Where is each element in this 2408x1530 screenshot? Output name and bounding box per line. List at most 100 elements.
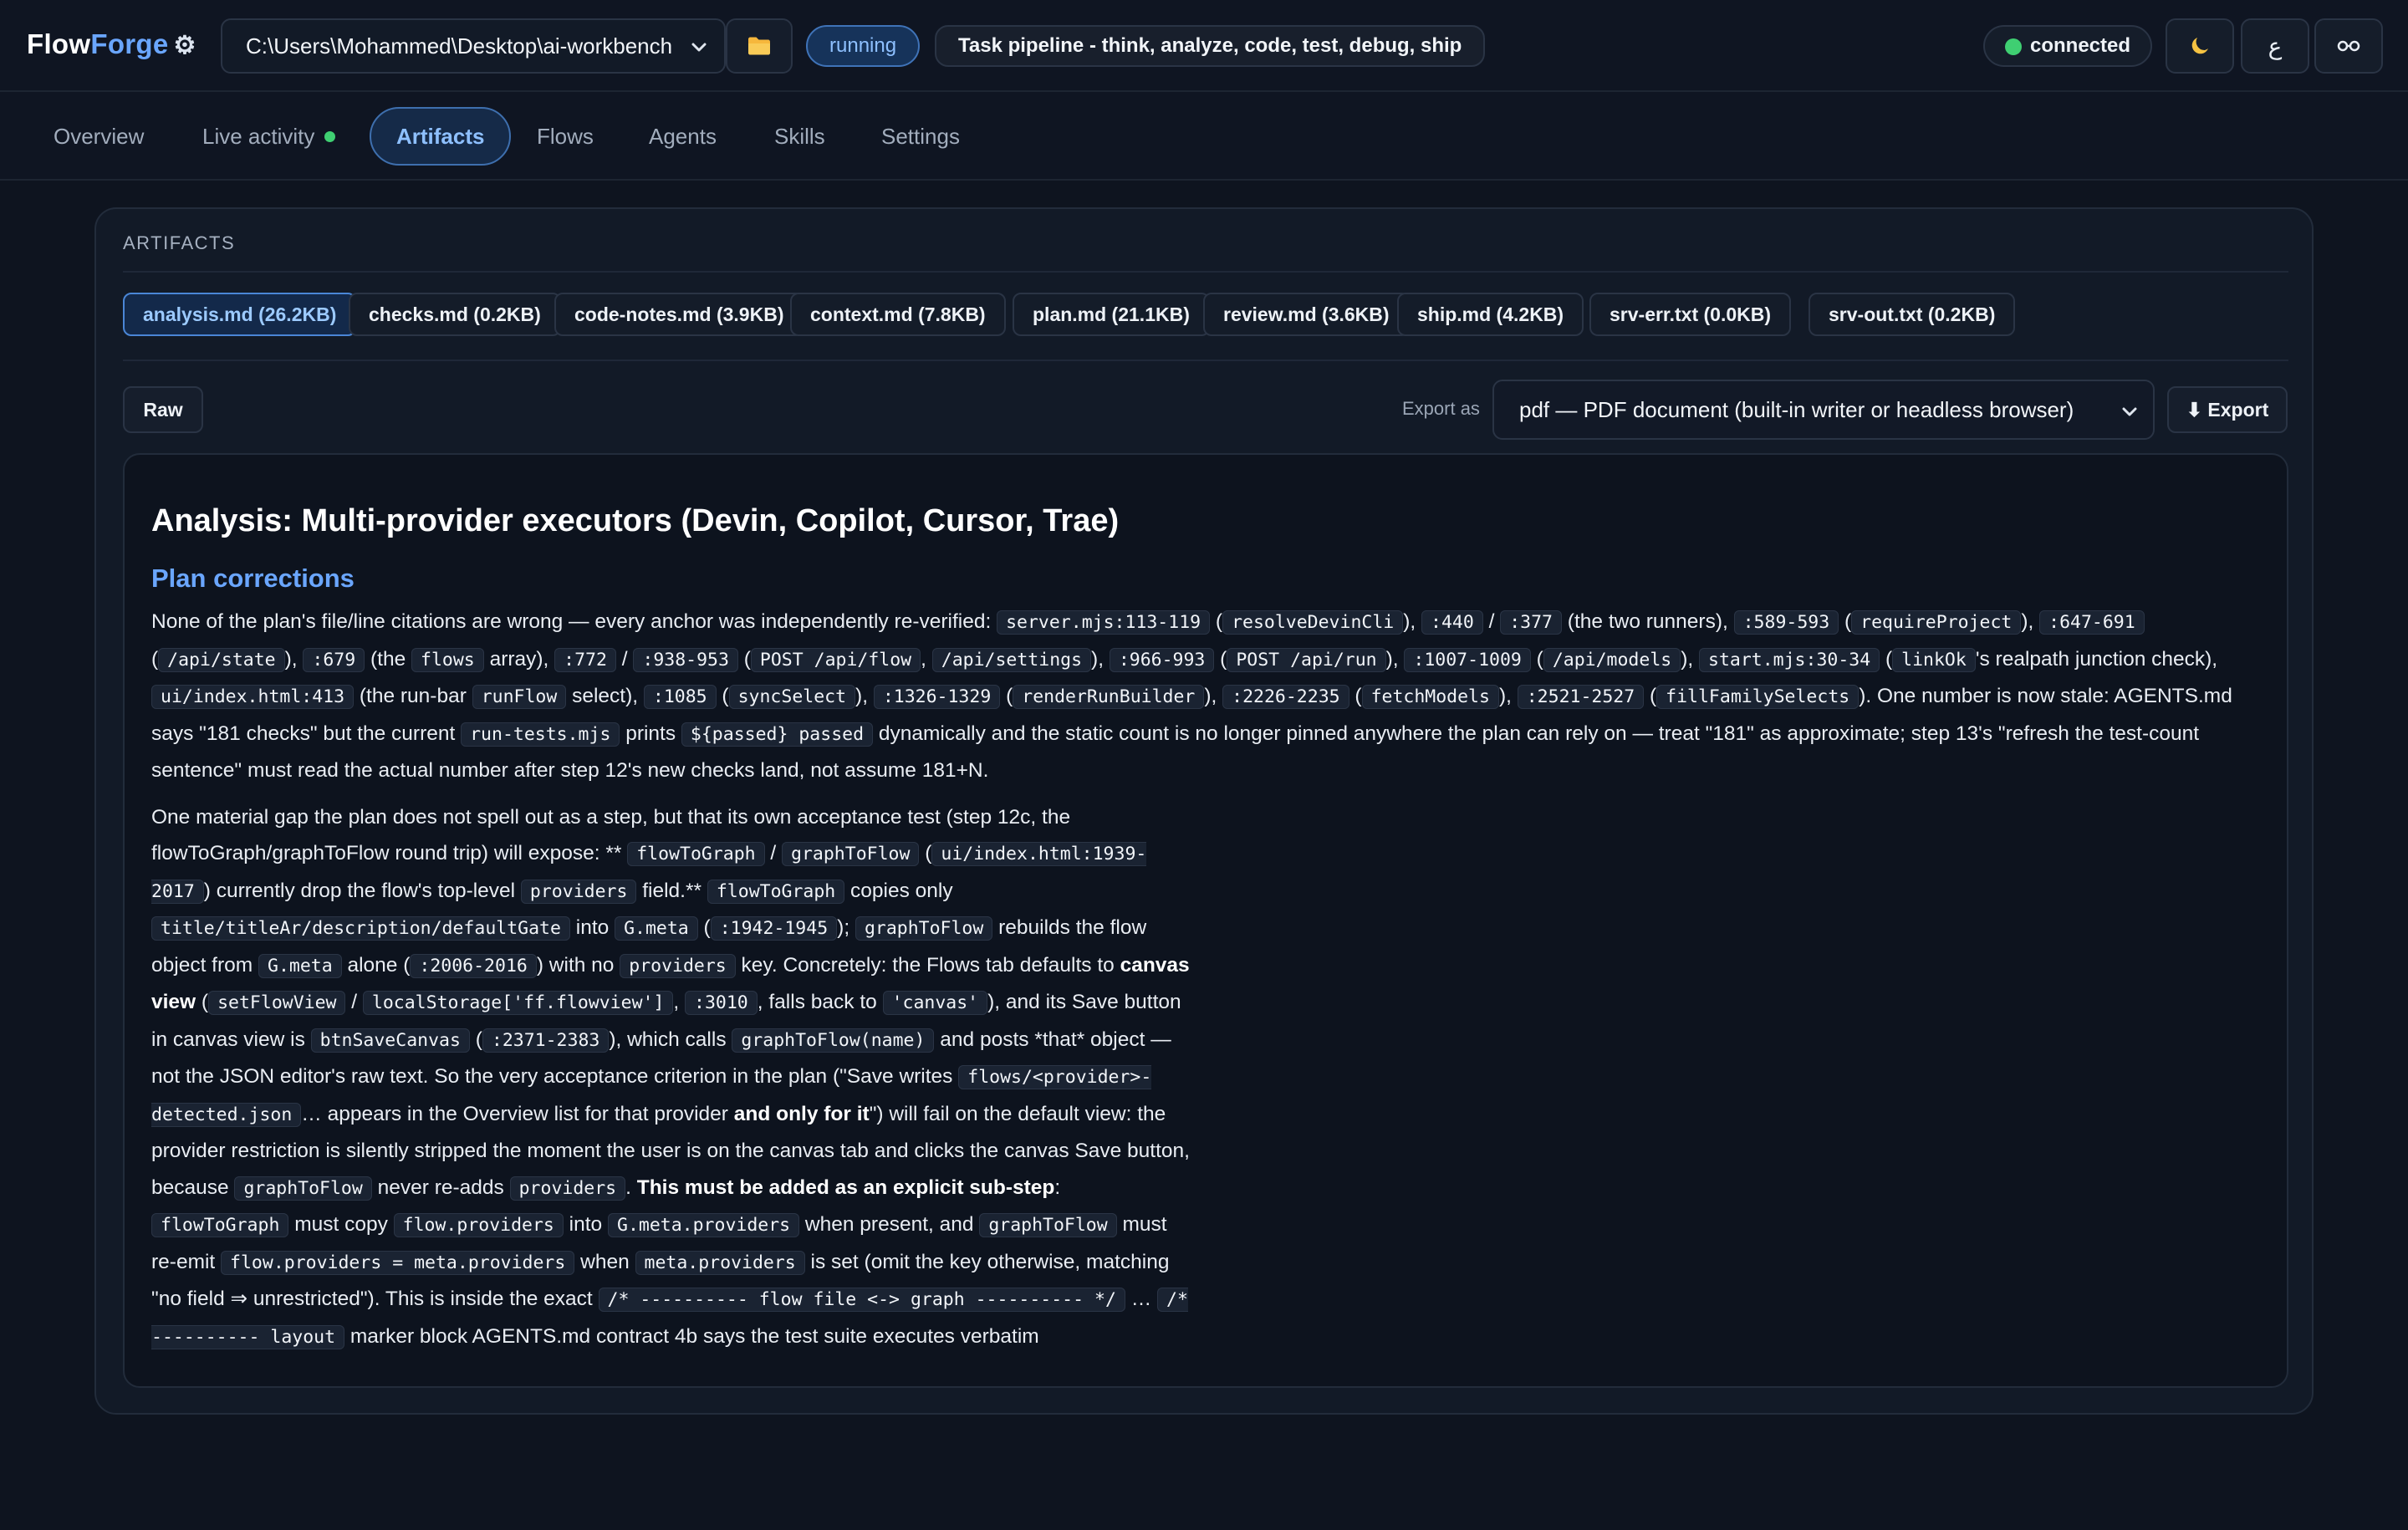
chevron-down-icon (2122, 407, 2137, 416)
text-run: into (569, 916, 615, 939)
divider (123, 271, 2288, 273)
connection-label: connected (2030, 34, 2131, 57)
inline-code: flow.providers = meta.providers (221, 1250, 575, 1275)
tab-agents[interactable]: Agents (624, 107, 742, 166)
export-format-select[interactable]: pdf — PDF document (built-in writer or h… (1492, 380, 2155, 440)
language-toggle-button[interactable]: ع (2241, 18, 2309, 74)
artifact-chip-ship[interactable]: ship.md (4.2KB) (1397, 293, 1584, 336)
text-run: into (563, 1213, 608, 1236)
inline-code: :1326-1329 (873, 685, 1001, 709)
inline-code: :2226-2235 (1222, 685, 1349, 709)
link-button[interactable] (2314, 18, 2383, 74)
inline-code: G.meta.providers (608, 1213, 800, 1237)
tab-skills[interactable]: Skills (749, 107, 850, 166)
artifact-chip-srv-err[interactable]: srv-err.txt (0.0KB) (1589, 293, 1792, 336)
artifact-chip-review[interactable]: review.md (3.6KB) (1203, 293, 1410, 336)
tab-artifacts[interactable]: Artifacts (370, 107, 512, 166)
inline-code: flows (411, 647, 484, 672)
inline-code: flowToGraph (707, 879, 845, 904)
tab-live-activity[interactable]: Live activity (177, 107, 360, 166)
text-run: , (921, 647, 932, 671)
inline-code: btnSaveCanvas (310, 1028, 470, 1053)
text-run: , (673, 991, 686, 1013)
gear-icon[interactable]: ⚙ (174, 31, 196, 60)
text-run: ( (1644, 685, 1657, 707)
export-button[interactable]: ⬇ Export (2167, 386, 2288, 433)
inline-code: G.meta (615, 916, 698, 941)
inline-code: /api/models (1543, 647, 1681, 672)
inline-code: setFlowView (208, 991, 346, 1015)
artifact-chip-plan[interactable]: plan.md (21.1KB) (1013, 293, 1210, 336)
inline-code: :377 (1500, 610, 1562, 635)
text-run: ), (1498, 685, 1518, 707)
artifact-chip-checks[interactable]: checks.md (0.2KB) (349, 293, 561, 336)
live-dot-icon (324, 130, 336, 142)
text-run: ( (697, 916, 711, 939)
text-run: when (574, 1250, 635, 1273)
text-run: marker block AGENTS.md contract 4b says … (344, 1324, 1039, 1348)
text-run: ( (1880, 647, 1893, 671)
inline-code: :2006-2016 (410, 953, 537, 978)
theme-toggle-button[interactable] (2166, 18, 2234, 74)
text-run: array), (483, 647, 555, 671)
artifact-chip-context[interactable]: context.md (7.8KB) (790, 293, 1006, 336)
divider (123, 360, 2288, 361)
text-run: (the (365, 647, 412, 671)
tab-settings[interactable]: Settings (856, 107, 985, 166)
bold-text: This must be added as an explicit sub-st… (636, 1176, 1055, 1199)
text-run: ), which calls (609, 1028, 732, 1051)
artifact-chip-srv-out[interactable]: srv-out.txt (0.2KB) (1809, 293, 2016, 336)
folder-icon (748, 37, 770, 55)
text-run: ), (2021, 610, 2040, 633)
tab-flows[interactable]: Flows (512, 107, 619, 166)
text-run: ( (469, 1028, 482, 1051)
artifact-chip-code-notes[interactable]: code-notes.md (3.9KB) (554, 293, 804, 336)
raw-button[interactable]: Raw (123, 386, 203, 433)
panel-title: ARTIFACTS (123, 232, 236, 253)
text-run: ( (737, 647, 751, 671)
text-run: . (625, 1176, 637, 1199)
moon-icon (2191, 38, 2208, 54)
text-run: ), (1403, 610, 1422, 633)
text-run: : (1054, 1176, 1061, 1199)
tab-overview[interactable]: Overview (28, 107, 169, 166)
bold-text: and only for it (733, 1102, 870, 1125)
inline-code: resolveDevinCli (1222, 610, 1404, 635)
text-run: … appears in the Overview list for that … (301, 1102, 734, 1125)
inline-code: providers (620, 953, 736, 978)
inline-code: /api/settings (931, 647, 1092, 672)
inline-code: :589-593 (1733, 610, 1839, 635)
text-run: ), (855, 685, 874, 707)
app-logo: FlowForge ⚙ (27, 28, 196, 60)
text-run: ( (1000, 685, 1013, 707)
main-tabs: Overview Live activity Artifacts Flows A… (0, 92, 2408, 181)
text-run: ( (1210, 610, 1223, 633)
text-run: ( (1530, 647, 1543, 671)
inline-code: :2371-2383 (482, 1028, 610, 1053)
project-path-select[interactable]: C:\Users\Mohammed\Desktop\ai-workbench (221, 18, 726, 74)
inline-code: :1942-1945 (710, 916, 838, 941)
text-run: / (345, 991, 363, 1013)
inline-code: graphToFlow (979, 1213, 1117, 1237)
tab-live-activity-label: Live activity (202, 123, 315, 149)
inline-code: flowToGraph (151, 1213, 289, 1237)
paragraph: None of the plan's file/line citations a… (151, 604, 2258, 789)
text-run: (the two runners), (1562, 610, 1734, 633)
inline-code: :938-953 (633, 647, 738, 672)
text-run: ) with no (536, 953, 620, 977)
inline-code: runFlow (472, 685, 567, 709)
inline-code: start.mjs:30-34 (1699, 647, 1880, 672)
artifact-chip-analysis[interactable]: analysis.md (26.2KB) (123, 293, 357, 336)
open-folder-button[interactable] (726, 18, 793, 74)
chevron-down-icon (691, 43, 707, 52)
text-run: ( (1349, 685, 1362, 707)
text-run: … (1125, 1288, 1158, 1310)
task-pipeline-label: Task pipeline - think, analyze, code, te… (935, 25, 1486, 67)
language-glyph: ع (2268, 33, 2283, 59)
document-viewer[interactable]: Analysis: Multi-provider executors (Devi… (123, 453, 2288, 1388)
inline-code: server.mjs:113-119 (997, 610, 1211, 635)
text-run: (the run-bar (354, 685, 472, 707)
inline-code: linkOk (1892, 647, 1976, 672)
inline-code: :2521-2527 (1517, 685, 1645, 709)
inline-code: providers (520, 879, 637, 904)
